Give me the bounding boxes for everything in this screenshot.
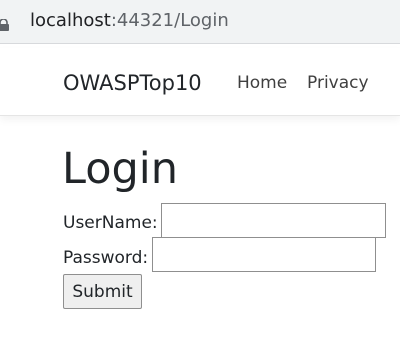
page-title: Login [62,144,179,194]
main-content: Login UserName: Password: Submit [0,117,400,340]
submit-button[interactable]: Submit [63,274,142,309]
password-label: Password: [63,248,149,268]
url-host: localhost [30,10,111,31]
browser-address-bar: localhost:44321/Login [0,0,400,44]
url-path: :44321/Login [110,10,229,31]
nav-link-privacy[interactable]: Privacy [307,72,369,94]
lock-icon[interactable] [0,16,10,31]
password-input[interactable] [152,237,376,272]
brand-link[interactable]: OWASPTop10 [63,70,202,96]
nav-link-home[interactable]: Home [237,72,287,94]
url-field[interactable]: localhost:44321/Login [30,9,229,33]
site-navbar: OWASPTop10 Home Privacy [0,48,400,116]
username-input[interactable] [161,203,386,238]
username-label: UserName: [63,213,158,233]
